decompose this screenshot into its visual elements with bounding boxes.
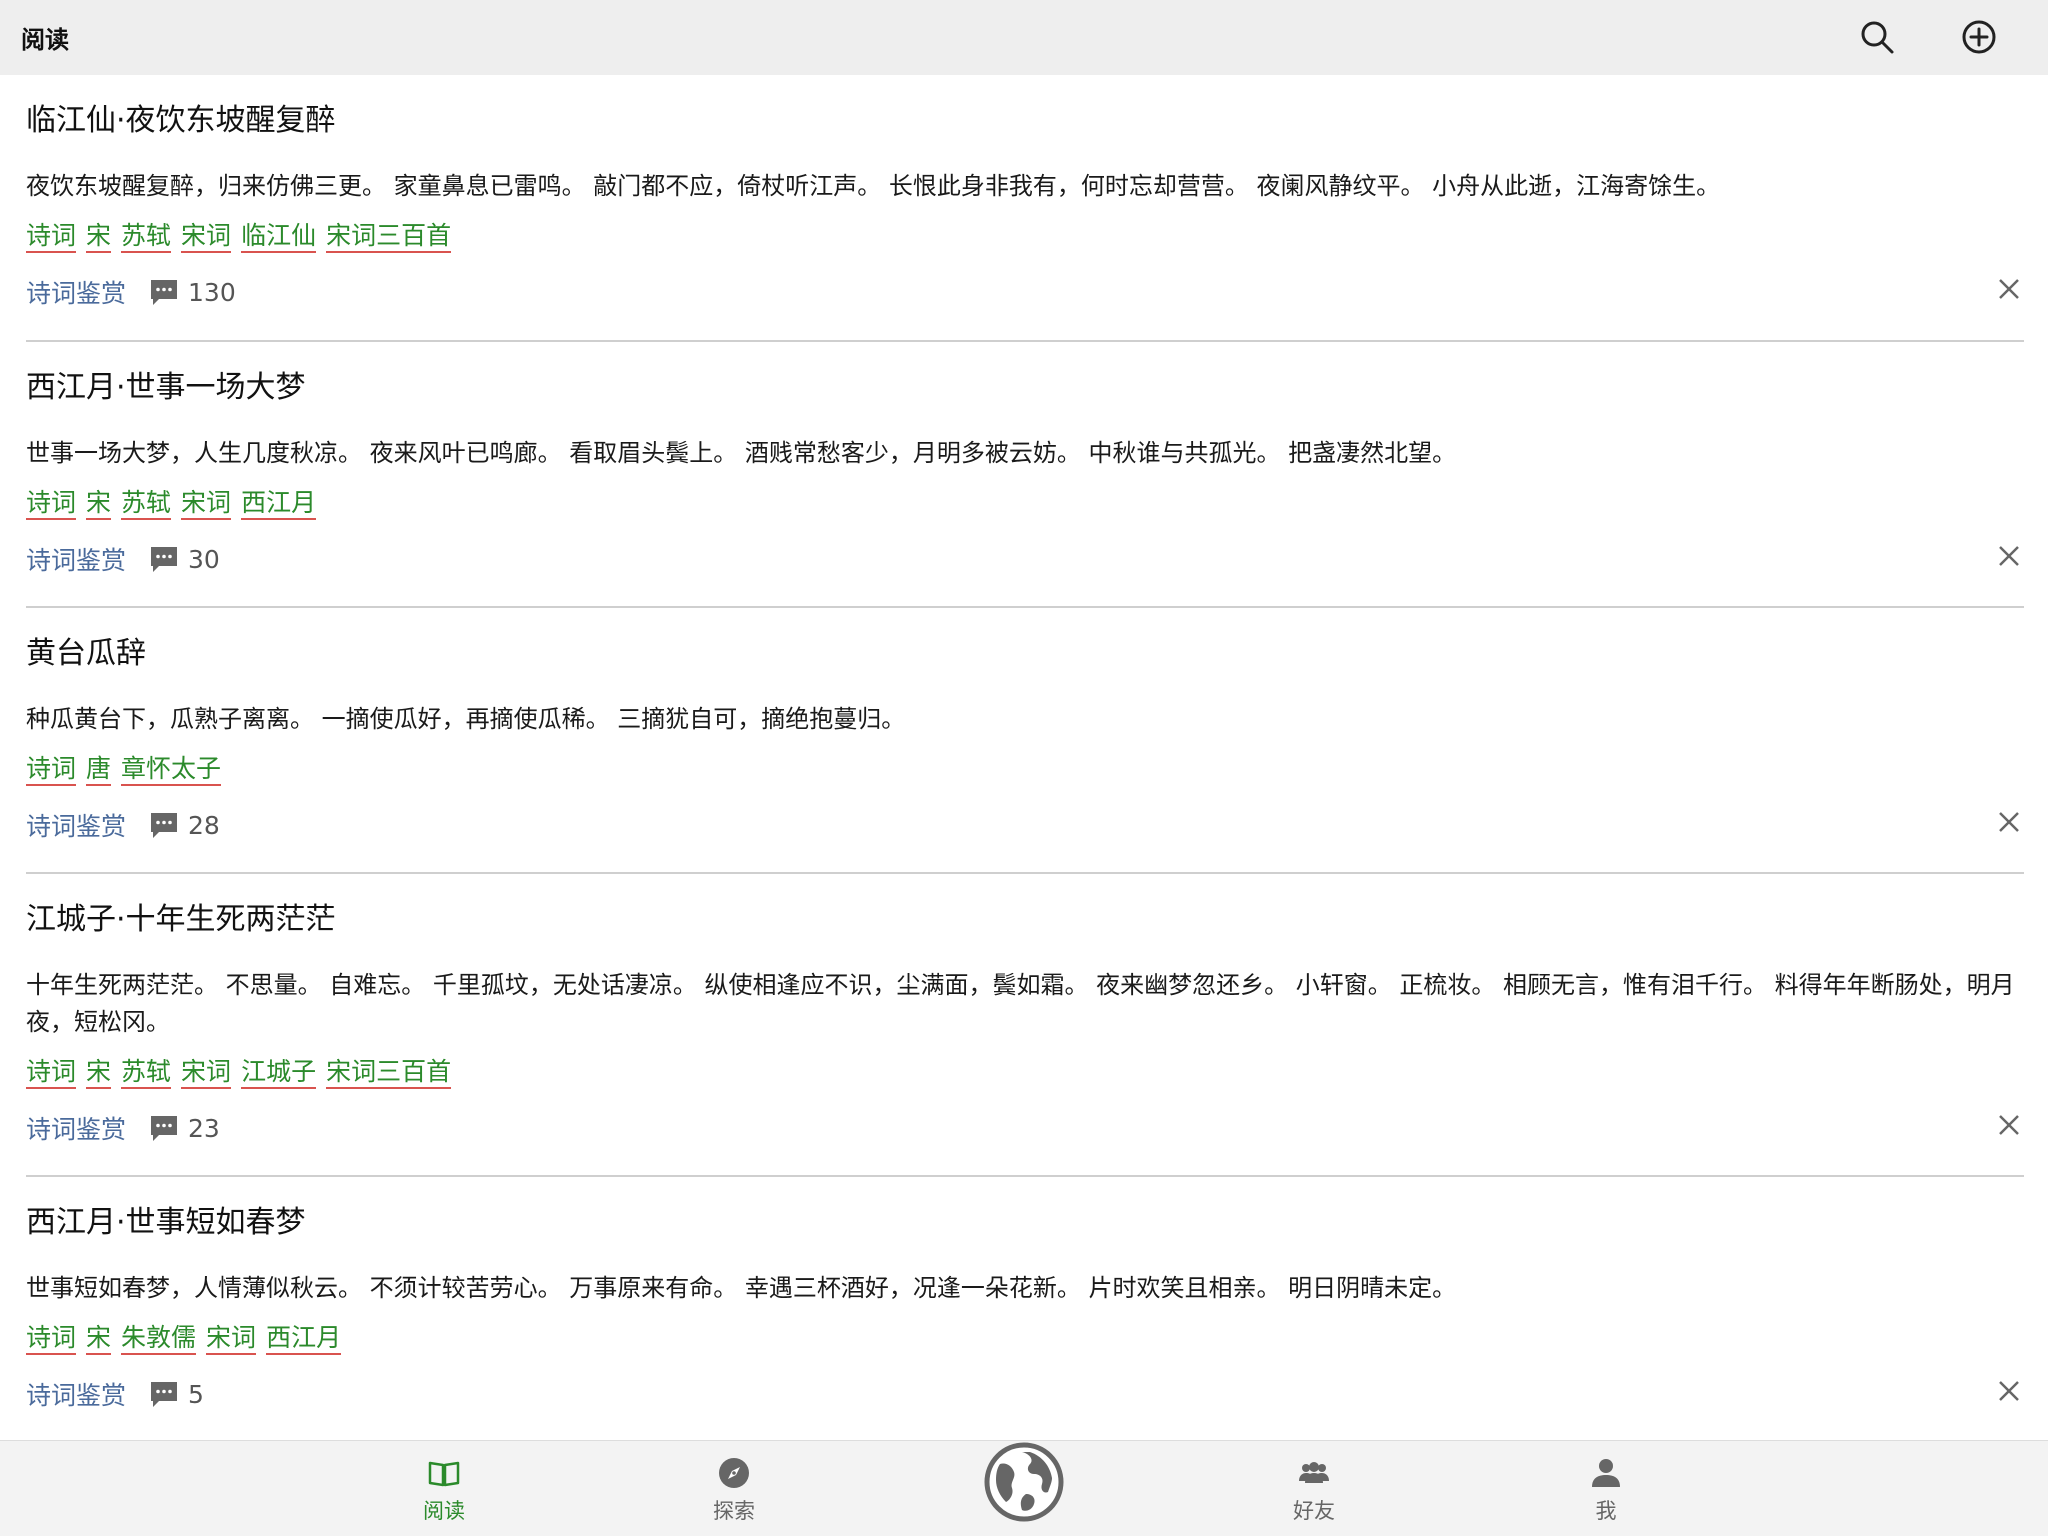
- close-icon[interactable]: [1994, 807, 2024, 837]
- close-icon[interactable]: [1994, 541, 2024, 571]
- poem-card: 黄台瓜辞 种瓜黄台下，瓜熟子离离。 一摘使瓜好，再摘使瓜稀。 三摘犹自可，摘绝抱…: [26, 608, 2024, 874]
- tag-link[interactable]: 朱敦儒: [121, 1323, 197, 1355]
- tag-link[interactable]: 宋: [86, 488, 112, 520]
- tag-link[interactable]: 诗词: [26, 754, 77, 786]
- poem-text[interactable]: 种瓜黄台下，瓜熟子离离。 一摘使瓜好，再摘使瓜稀。 三摘犹自可，摘绝抱蔓归。: [26, 701, 2024, 738]
- tab-me[interactable]: 我: [1546, 1455, 1666, 1525]
- comment-count: 30: [188, 544, 220, 574]
- tag-list: 诗词 宋 苏轼 宋词 江城子 宋词三百首: [26, 1057, 452, 1089]
- tag-link[interactable]: 唐: [86, 754, 112, 786]
- tag-list: 诗词 宋 苏轼 宋词 西江月: [26, 488, 317, 520]
- poem-card: 江城子·十年生死两茫茫 十年生死两茫茫。 不思量。 自难忘。 千里孤坟，无处话凄…: [26, 874, 2024, 1177]
- globe-icon[interactable]: [984, 1442, 1064, 1522]
- tag-link[interactable]: 苏轼: [121, 488, 172, 520]
- poem-meta: 诗词鉴赏 28: [26, 807, 220, 843]
- comment-icon[interactable]: [148, 276, 180, 308]
- tag-link[interactable]: 诗词: [26, 221, 77, 253]
- poem-card: 西江月·世事一场大梦 世事一场大梦，人生几度秋凉。 夜来风叶已鸣廊。 看取眉头鬓…: [26, 342, 2024, 608]
- poem-text[interactable]: 夜饮东坡醒复醉，归来仿佛三更。 家童鼻息已雷鸣。 敲门都不应，倚杖听江声。 长恨…: [26, 168, 2024, 205]
- comment-count: 130: [188, 277, 236, 307]
- tag-link[interactable]: 宋词: [206, 1323, 257, 1355]
- close-icon[interactable]: [1994, 1376, 2024, 1406]
- poem-meta: 诗词鉴赏 23: [26, 1110, 220, 1146]
- tag-link[interactable]: 西江月: [241, 488, 317, 520]
- tag-link[interactable]: 宋词: [181, 221, 232, 253]
- page-title: 阅读: [21, 26, 69, 54]
- poem-card: 西江月·世事短如春梦 世事短如春梦，人情薄似秋云。 不须计较苦劳心。 万事原来有…: [26, 1177, 2024, 1440]
- user-icon: [1588, 1455, 1624, 1491]
- comment-icon[interactable]: [148, 1112, 180, 1144]
- tab-friends-label: 好友: [1293, 1499, 1335, 1523]
- appreciation-link[interactable]: 诗词鉴赏: [26, 541, 126, 577]
- poem-text[interactable]: 世事短如春梦，人情薄似秋云。 不须计较苦劳心。 万事原来有命。 幸遇三杯酒好，况…: [26, 1270, 2024, 1307]
- close-icon[interactable]: [1994, 1110, 2024, 1140]
- poem-title[interactable]: 临江仙·夜饮东坡醒复醉: [26, 95, 336, 139]
- tag-link[interactable]: 苏轼: [121, 1057, 172, 1089]
- poem-title[interactable]: 西江月·世事一场大梦: [26, 362, 306, 406]
- appreciation-link[interactable]: 诗词鉴赏: [26, 1376, 126, 1412]
- tab-read[interactable]: 阅读: [384, 1455, 504, 1525]
- tab-me-label: 我: [1595, 1499, 1617, 1523]
- comment-icon[interactable]: [148, 809, 180, 841]
- poem-meta: 诗词鉴赏 130: [26, 274, 236, 310]
- appreciation-link[interactable]: 诗词鉴赏: [26, 274, 126, 310]
- search-icon[interactable]: [1856, 16, 1898, 58]
- tab-read-label: 阅读: [423, 1499, 465, 1523]
- comment-count: 28: [188, 810, 220, 840]
- tag-list: 诗词 宋 苏轼 宋词 临江仙 宋词三百首: [26, 221, 452, 253]
- poem-title[interactable]: 西江月·世事短如春梦: [26, 1197, 306, 1241]
- tag-list: 诗词 宋 朱敦儒 宋词 西江月: [26, 1323, 342, 1355]
- poem-title[interactable]: 黄台瓜辞: [26, 628, 146, 672]
- top-bar: 阅读: [0, 0, 2048, 75]
- tag-link[interactable]: 宋: [86, 1323, 112, 1355]
- poem-title[interactable]: 江城子·十年生死两茫茫: [26, 894, 336, 938]
- comment-icon[interactable]: [148, 1378, 180, 1410]
- appreciation-link[interactable]: 诗词鉴赏: [26, 1110, 126, 1146]
- tag-link[interactable]: 宋词: [181, 1057, 232, 1089]
- tag-link[interactable]: 西江月: [266, 1323, 342, 1355]
- tab-explore[interactable]: 探索: [674, 1455, 794, 1525]
- tag-link[interactable]: 宋: [86, 221, 112, 253]
- poem-meta: 诗词鉴赏 5: [26, 1376, 204, 1412]
- poem-text[interactable]: 十年生死两茫茫。 不思量。 自难忘。 千里孤坟，无处话凄凉。 纵使相逢应不识，尘…: [26, 967, 2024, 1041]
- poem-feed: 临江仙·夜饮东坡醒复醉 夜饮东坡醒复醉，归来仿佛三更。 家童鼻息已雷鸣。 敲门都…: [26, 75, 2024, 1440]
- tag-link[interactable]: 宋词三百首: [326, 221, 452, 253]
- poem-card: 临江仙·夜饮东坡醒复醉 夜饮东坡醒复醉，归来仿佛三更。 家童鼻息已雷鸣。 敲门都…: [26, 75, 2024, 342]
- tag-link[interactable]: 诗词: [26, 1057, 77, 1089]
- poem-meta: 诗词鉴赏 30: [26, 541, 220, 577]
- compass-icon: [716, 1455, 752, 1491]
- app-window: 阅读 临江仙·夜饮东坡醒复醉 夜饮东坡醒复醉，归来仿佛三更。 家童鼻息已雷鸣。 …: [0, 0, 2048, 1536]
- tab-explore-label: 探索: [713, 1499, 755, 1523]
- tag-link[interactable]: 宋词三百首: [326, 1057, 452, 1089]
- tag-link[interactable]: 章怀太子: [121, 754, 222, 786]
- tag-list: 诗词 唐 章怀太子: [26, 754, 222, 786]
- comment-count: 5: [188, 1379, 204, 1409]
- poem-text[interactable]: 世事一场大梦，人生几度秋凉。 夜来风叶已鸣廊。 看取眉头鬓上。 酒贱常愁客少，月…: [26, 435, 2024, 472]
- tag-link[interactable]: 宋词: [181, 488, 232, 520]
- comment-count: 23: [188, 1113, 220, 1143]
- close-icon[interactable]: [1994, 274, 2024, 304]
- appreciation-link[interactable]: 诗词鉴赏: [26, 807, 126, 843]
- tag-link[interactable]: 苏轼: [121, 221, 172, 253]
- tag-link[interactable]: 诗词: [26, 1323, 77, 1355]
- friends-icon: [1296, 1455, 1332, 1491]
- tab-friends[interactable]: 好友: [1254, 1455, 1374, 1525]
- comment-icon[interactable]: [148, 543, 180, 575]
- tag-link[interactable]: 诗词: [26, 488, 77, 520]
- tag-link[interactable]: 宋: [86, 1057, 112, 1089]
- add-circle-icon[interactable]: [1958, 16, 2000, 58]
- book-open-icon: [426, 1455, 462, 1491]
- tag-link[interactable]: 江城子: [241, 1057, 317, 1089]
- tag-link[interactable]: 临江仙: [241, 221, 317, 253]
